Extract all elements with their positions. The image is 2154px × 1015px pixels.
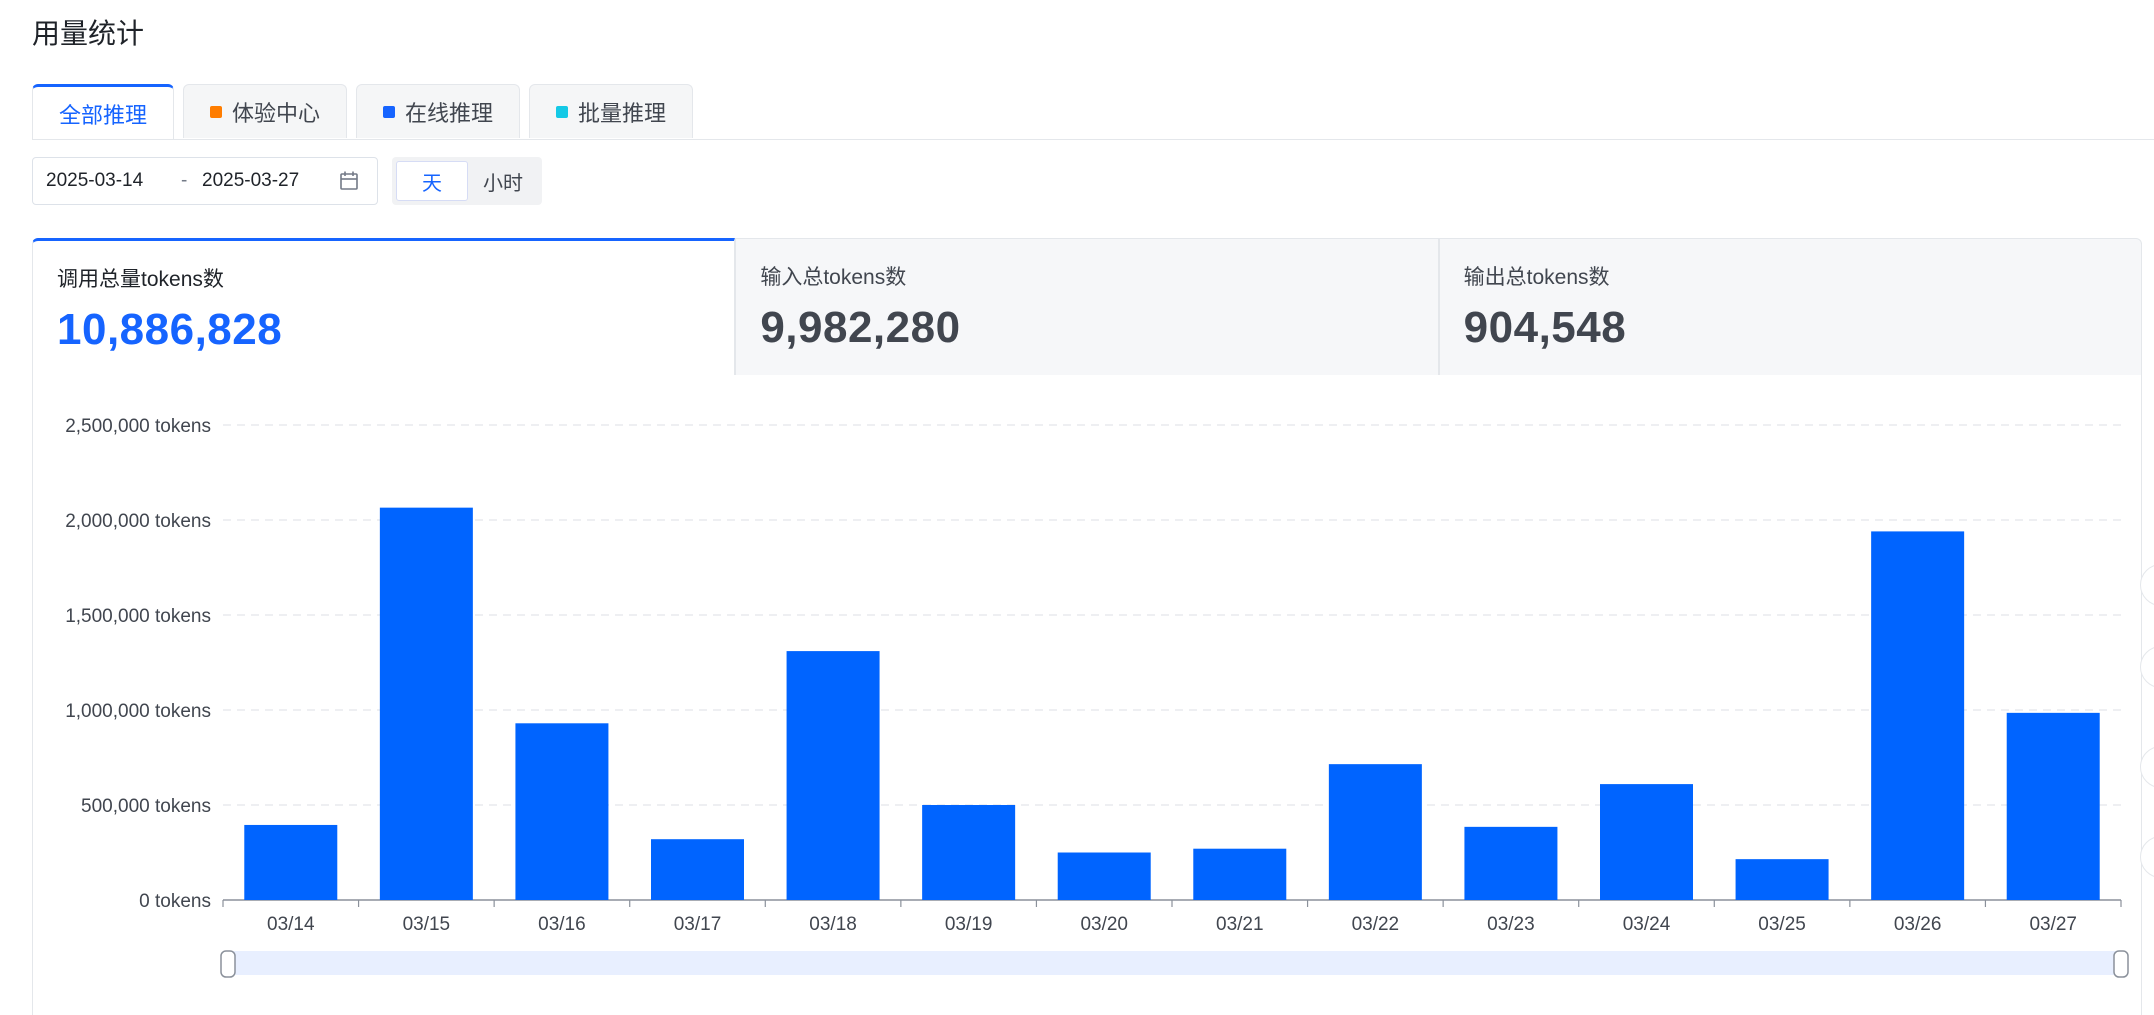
y-tick-label: 2,000,000 tokens [65, 511, 211, 532]
bar-03-19 [922, 805, 1016, 900]
token-stats: 调用总量tokens数 10,886,828 输入总tokens数 9,982,… [32, 238, 2142, 376]
end-date[interactable]: 2025-03-27 [202, 170, 299, 192]
granularity-day[interactable]: 天 [396, 161, 468, 201]
x-tick-label: 03/20 [1080, 914, 1128, 935]
tab-label: 体验中心 [232, 100, 321, 126]
stat-card-input[interactable]: 输入总tokens数 9,982,280 [735, 238, 1439, 376]
x-tick-label: 03/24 [1623, 914, 1671, 935]
stat-card-output[interactable]: 输出总tokens数 904,548 [1438, 238, 2142, 376]
y-tick-label: 2,500,000 tokens [65, 416, 211, 437]
zoom-slider-track [228, 951, 2121, 975]
date-range-picker[interactable]: 2025-03-14 - 2025-03-27 [32, 157, 378, 205]
x-tick-label: 03/17 [674, 914, 722, 935]
bar-03-23 [1464, 826, 1558, 900]
stat-label: 输出总tokens数 [1463, 266, 1610, 289]
cyan-square-icon [556, 105, 569, 118]
y-tick-label: 1,000,000 tokens [65, 701, 211, 722]
x-tick-label: 03/18 [809, 914, 857, 935]
page-title: 用量统计 [32, 18, 145, 49]
x-tick-label: 03/22 [1352, 914, 1400, 935]
bar-03-26 [1871, 531, 1965, 900]
side-action-button[interactable] [2140, 564, 2154, 606]
y-tick-label: 500,000 tokens [81, 796, 211, 817]
inference-tabs: 全部推理 体验中心 在线推理 批量推理 [32, 84, 694, 140]
x-tick-label: 03/23 [1487, 914, 1535, 935]
usage-chart-panel: 0 tokens 500,000 tokens 1,000,000 tokens 1,… [32, 375, 2142, 1015]
stat-value: 9,982,280 [760, 303, 961, 352]
usage-bar-chart: 0 tokens 500,000 tokens 1,000,000 tokens 1,… [65, 416, 2129, 978]
stat-card-total[interactable]: 调用总量tokens数 10,886,828 [32, 238, 736, 376]
bar-03-24 [1600, 784, 1693, 900]
start-date[interactable]: 2025-03-14 [46, 170, 143, 192]
tab-label: 在线推理 [405, 100, 494, 126]
tabs-divider [32, 139, 2154, 140]
blue-square-icon [383, 105, 396, 118]
zoom-slider-left-handle [220, 950, 236, 978]
bar-03-20 [1057, 852, 1151, 900]
bar-03-18 [786, 651, 880, 900]
tab-batch-inference[interactable]: 批量推理 [529, 84, 694, 138]
x-tick-label: 03/15 [403, 914, 451, 935]
tab-all-inference[interactable]: 全部推理 [32, 84, 175, 140]
y-tick-label: 0 tokens [139, 891, 211, 912]
bar-03-17 [651, 839, 744, 900]
stat-label: 输入总tokens数 [760, 266, 907, 289]
y-tick-label: 1,500,000 tokens [65, 606, 211, 627]
stat-value: 10,886,828 [57, 305, 283, 354]
bar-03-27 [2006, 712, 2100, 900]
x-tick-label: 03/16 [538, 914, 586, 935]
bar-03-16 [515, 723, 609, 900]
side-action-button[interactable] [2140, 646, 2154, 688]
bar-03-21 [1193, 848, 1287, 900]
x-tick-label: 03/21 [1216, 914, 1264, 935]
x-tick-label: 03/19 [945, 914, 993, 935]
tab-experience-center[interactable]: 体验中心 [183, 84, 348, 138]
x-tick-label: 03/14 [267, 914, 315, 935]
zoom-slider-right-handle [2113, 950, 2129, 978]
stat-label: 调用总量tokens数 [57, 268, 224, 291]
tab-online-inference[interactable]: 在线推理 [356, 84, 521, 138]
bar-03-15 [379, 507, 473, 900]
x-tick-label: 03/26 [1894, 914, 1942, 935]
granularity-switch: 天 小时 [392, 157, 542, 205]
tab-label: 全部推理 [59, 102, 148, 128]
bar-03-25 [1735, 859, 1829, 900]
side-action-button[interactable] [2140, 746, 2154, 788]
bar-03-14 [244, 824, 338, 900]
tab-label: 批量推理 [578, 100, 667, 126]
bar-03-22 [1328, 764, 1422, 900]
x-tick-label: 03/25 [1758, 914, 1806, 935]
x-tick-label: 03/27 [2029, 914, 2077, 935]
granularity-hour[interactable]: 小时 [468, 161, 538, 201]
calendar-icon[interactable] [339, 170, 359, 192]
orange-square-icon [210, 105, 223, 118]
side-action-button[interactable] [2140, 836, 2154, 878]
stat-value: 904,548 [1463, 303, 1627, 352]
date-separator: - [181, 170, 188, 191]
